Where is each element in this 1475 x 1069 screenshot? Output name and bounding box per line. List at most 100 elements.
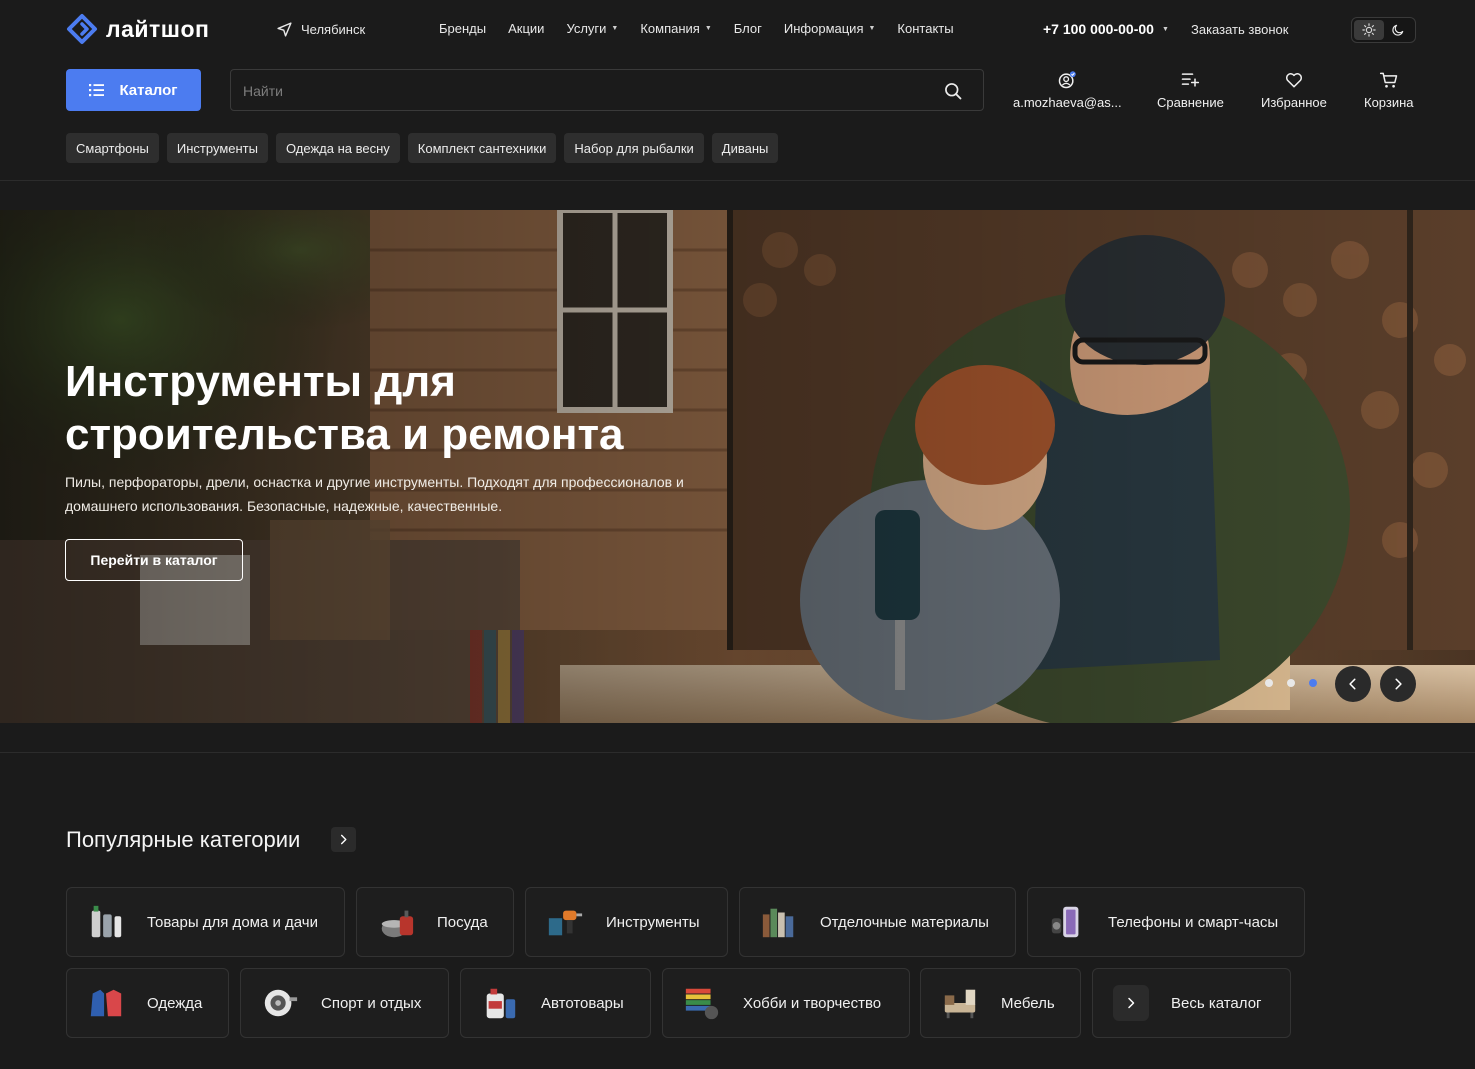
hero-divider — [0, 752, 1475, 753]
search-box — [230, 69, 984, 111]
category-label: Посуда — [437, 913, 488, 931]
phone-label: +7 100 000-00-00 — [1043, 21, 1154, 37]
category-hobby[interactable]: Хобби и творчество — [662, 968, 910, 1038]
nav-item-label: Акции — [508, 21, 545, 36]
main-nav: Бренды Акции Услуги ▼ Компания ▼ Блог Инфо… — [439, 21, 954, 36]
chevron-right-icon — [1113, 985, 1149, 1021]
category-label: Автотовары — [541, 994, 624, 1012]
catalog-button-label: Каталог — [119, 81, 178, 99]
nav-item-promotions[interactable]: Акции — [508, 21, 544, 36]
nav-item-information[interactable]: Информация ▼ — [784, 21, 876, 36]
category-label: Инструменты — [606, 913, 700, 931]
sun-icon — [1362, 23, 1376, 37]
category-label: Спорт и отдых — [321, 994, 422, 1012]
slider-dot-3[interactable] — [1309, 679, 1317, 687]
search-icon[interactable] — [943, 81, 963, 101]
category-sport[interactable]: Спорт и отдых — [240, 968, 449, 1038]
category-label: Отделочные материалы — [820, 913, 989, 931]
nav-item-label: Компания — [640, 21, 700, 36]
dark-theme-button[interactable] — [1384, 20, 1414, 40]
slider-next-button[interactable] — [1380, 666, 1416, 702]
caret-down-icon: ▼ — [1161, 25, 1169, 33]
phone-number[interactable]: +7 100 000-00-00 ▼ — [1043, 21, 1169, 37]
nav-item-label: Контакты — [897, 21, 954, 36]
search-input[interactable] — [243, 80, 923, 102]
tag-tools[interactable]: Инструменты — [166, 133, 268, 163]
category-phones-watches[interactable]: Телефоны и смарт-часы — [1027, 887, 1305, 957]
clothing-icon — [90, 989, 122, 1017]
quick-tags: Смартфоны Инструменты Одежда на весну Ко… — [66, 133, 779, 163]
hero-subtitle: Пилы, перфораторы, дрели, оснастка и дру… — [65, 474, 684, 514]
category-label: Товары для дома и дачи — [147, 913, 318, 931]
smartphone-icon — [1051, 906, 1079, 938]
cart-icon — [1379, 72, 1398, 88]
category-home-garden[interactable]: Товары для дома и дачи — [66, 887, 345, 957]
tag-plumbing-kit[interactable]: Комплект сантехники — [407, 133, 557, 163]
slider-dot-2[interactable] — [1287, 679, 1295, 687]
slider-prev-button[interactable] — [1335, 666, 1371, 702]
hero-banner: Инструменты для строительства и ремонта … — [0, 210, 1475, 723]
location-arrow-icon — [277, 22, 292, 37]
city-selector[interactable]: Челябинск — [276, 21, 365, 38]
compare-icon — [1182, 73, 1200, 87]
city-label: Челябинск — [301, 22, 366, 37]
popular-categories-more-button[interactable] — [331, 827, 356, 852]
category-clothes[interactable]: Одежда — [66, 968, 229, 1038]
theme-toggle — [1351, 17, 1416, 43]
account-label: a.mozhaeva@as... — [1013, 95, 1122, 110]
compare-label: Сравнение — [1157, 95, 1224, 110]
slider-dot-1[interactable] — [1265, 679, 1273, 687]
category-finishing-materials[interactable]: Отделочные материалы — [739, 887, 1016, 957]
account-link[interactable]: a.mozhaeva@as... — [1013, 70, 1122, 110]
home-goods-icon — [91, 905, 122, 938]
list-icon — [89, 84, 105, 97]
tag-sofas[interactable]: Диваны — [711, 133, 779, 163]
category-furniture[interactable]: Мебель — [920, 968, 1081, 1038]
category-label: Телефоны и смарт-часы — [1108, 913, 1279, 931]
cookware-icon — [381, 910, 414, 938]
popular-categories-title[interactable]: Популярные категории — [66, 827, 300, 853]
category-label: Одежда — [147, 994, 203, 1012]
tag-fishing-set[interactable]: Набор для рыбалки — [564, 133, 704, 163]
nav-item-services[interactable]: Услуги ▼ — [566, 21, 618, 36]
nav-item-company[interactable]: Компания ▼ — [640, 21, 711, 36]
go-to-catalog-button[interactable]: Перейти в каталог — [65, 539, 243, 581]
tag-smartphones[interactable]: Смартфоны — [66, 133, 159, 163]
catalog-button[interactable]: Каталог — [66, 69, 201, 111]
caret-down-icon: ▼ — [868, 25, 876, 32]
chevron-right-icon — [1395, 678, 1402, 690]
favorites-label: Избранное — [1261, 95, 1327, 110]
nav-item-label: Информация — [783, 21, 864, 36]
nav-item-blog[interactable]: Блог — [734, 21, 762, 36]
moon-icon — [1392, 24, 1404, 36]
category-auto[interactable]: Автотовары — [460, 968, 651, 1038]
slider-dots — [1265, 679, 1317, 687]
top-bar: лайтшоп Челябинск Бренды Акции Услуги ▼ К… — [0, 0, 1475, 60]
favorites-link[interactable]: Избранное — [1261, 70, 1327, 110]
logo-icon — [67, 14, 97, 44]
caret-down-icon: ▼ — [611, 25, 619, 32]
nav-item-label: Услуги — [566, 21, 607, 36]
cart-link[interactable]: Корзина — [1364, 70, 1414, 110]
category-label: Весь каталог — [1171, 994, 1262, 1012]
nav-item-label: Блог — [733, 21, 762, 36]
light-theme-button[interactable] — [1354, 20, 1384, 40]
tag-spring-clothes[interactable]: Одежда на весну — [275, 133, 400, 163]
callback-link[interactable]: Заказать звонок — [1191, 22, 1288, 37]
art-supplies-icon — [685, 988, 719, 1020]
sport-gear-icon — [264, 989, 298, 1017]
header-divider — [0, 180, 1475, 181]
nav-item-contacts[interactable]: Контакты — [897, 21, 953, 36]
category-label: Мебель — [1001, 994, 1055, 1012]
logo[interactable]: лайтшоп — [66, 13, 209, 45]
chevron-left-icon — [1349, 678, 1356, 690]
cart-label: Корзина — [1364, 95, 1414, 110]
category-tools[interactable]: Инструменты — [525, 887, 728, 957]
category-dishes[interactable]: Посуда — [356, 887, 514, 957]
chevron-right-icon — [340, 834, 347, 845]
compare-link[interactable]: Сравнение — [1157, 70, 1224, 110]
nav-item-brands[interactable]: Бренды — [439, 21, 486, 36]
category-all-catalog[interactable]: Весь каталог — [1092, 968, 1291, 1038]
motor-oil-icon — [486, 988, 516, 1019]
user-icon — [1059, 71, 1077, 89]
